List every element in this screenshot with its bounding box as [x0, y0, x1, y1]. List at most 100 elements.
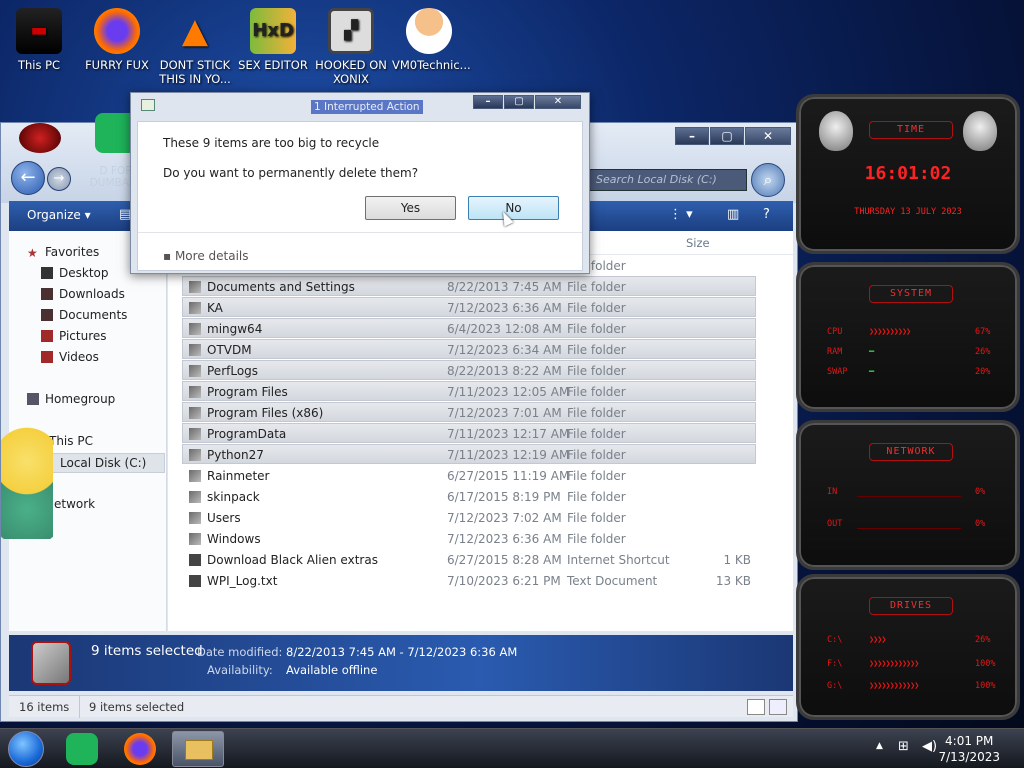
nav-desktop[interactable]: Desktop	[41, 266, 109, 280]
nav-pictures[interactable]: Pictures	[41, 329, 107, 343]
table-row[interactable]: Users 7/12/2023 7:02 AM File folder	[182, 507, 756, 527]
table-row[interactable]: Python27 7/11/2023 12:19 AM File folder	[182, 444, 756, 464]
explorer-taskbar-button[interactable]	[172, 731, 224, 767]
dialog-separator	[138, 232, 582, 233]
desktop-icon-sex-editor[interactable]: HxD SEX EDITOR	[236, 8, 310, 72]
table-row[interactable]: ProgramData 7/11/2023 12:17 AM File folder	[182, 423, 756, 443]
no-button[interactable]: No	[468, 196, 559, 220]
file-type: File folder	[567, 280, 626, 294]
nav-label: Local Disk (C:)	[60, 456, 147, 470]
desktop-icon-dont-stick[interactable]: ▲ DONT STICK THIS IN YO...	[158, 8, 232, 86]
file-list: Size [Files]6/27/2015 8:18 PMFile folder…	[168, 231, 793, 631]
desktop-icon-vm0[interactable]: VM0Technic...	[392, 8, 471, 72]
drive-icon	[31, 641, 71, 685]
search-icon[interactable]: ⌕	[751, 163, 785, 197]
file-type: File folder	[567, 301, 626, 315]
status-divider	[79, 696, 80, 718]
availability-label: Availability:	[207, 663, 273, 677]
file-type: Internet Shortcut	[567, 553, 670, 567]
nav-downloads[interactable]: Downloads	[41, 287, 125, 301]
search-input[interactable]: Search Local Disk (C:)	[589, 169, 747, 191]
dialog-close-button[interactable]: ✕	[535, 95, 581, 109]
firefox-taskbar-icon[interactable]	[124, 733, 156, 765]
drives-title: DRIVES	[869, 597, 953, 615]
folder-icon	[189, 512, 201, 524]
availability-value: Available offline	[286, 663, 378, 677]
file-type: Text Document	[567, 574, 658, 588]
table-row[interactable]: OTVDM 7/12/2023 6:34 AM File folder	[182, 339, 756, 359]
back-button[interactable]: ←	[11, 161, 45, 195]
table-row[interactable]: KA 7/12/2023 6:36 AM File folder	[182, 297, 756, 317]
desktop-icon-label: SEX EDITOR	[238, 58, 308, 72]
drives-gadget: DRIVES C:\ ❯❯❯❯ 26% F:\ ❯❯❯❯❯❯❯❯❯❯❯❯ 100% G:…	[796, 574, 1020, 720]
drive-g-row: G:\ ❯❯❯❯❯❯❯❯❯❯❯❯ 100%	[827, 681, 995, 691]
file-date: 6/4/2023 12:08 AM	[447, 322, 562, 336]
cpu-label: CPU	[827, 327, 843, 337]
column-size[interactable]: Size	[686, 236, 710, 250]
nav-videos[interactable]: Videos	[41, 350, 99, 364]
help-icon[interactable]: ?	[763, 207, 770, 222]
file-date: 7/12/2023 6:36 AM	[447, 301, 562, 315]
ram-row: RAM ━ 26%	[827, 347, 990, 357]
file-type: File folder	[567, 448, 626, 462]
table-row[interactable]: WPI_Log.txt 7/10/2023 6:21 PM Text Documen…	[182, 570, 756, 590]
network-gadget: NETWORK IN 0% OUT 0%	[796, 420, 1020, 570]
drive-c-row: C:\ ❯❯❯❯ 26%	[827, 635, 990, 645]
green-app-taskbar-icon[interactable]	[66, 733, 98, 765]
dialog-minimize-button[interactable]: –	[473, 95, 503, 109]
computer-icon: ▬	[16, 8, 62, 54]
show-hidden-icons-icon[interactable]: ▲	[876, 741, 883, 751]
nav-favorites[interactable]: ★ Favorites	[27, 245, 99, 260]
taskbar-clock[interactable]: 4:01 PM 7/13/2023	[938, 733, 1000, 765]
nav-local-disk[interactable]: Local Disk (C:)	[41, 453, 165, 473]
file-type: File folder	[567, 322, 626, 336]
organize-button[interactable]: Organize ▾	[27, 208, 91, 222]
nav-documents[interactable]: Documents	[41, 308, 127, 322]
large-icons-view-icon[interactable]	[769, 699, 787, 715]
table-row[interactable]: Program Files 7/11/2023 12:05 AM File fold…	[182, 381, 756, 401]
folder-icon	[189, 428, 201, 440]
network-in-row: IN 0%	[827, 487, 985, 497]
table-row[interactable]: Program Files (x86) 7/12/2023 7:01 AM File…	[182, 402, 756, 422]
folder-icon	[189, 344, 201, 356]
preview-pane-icon[interactable]: ▥	[727, 207, 739, 222]
desktop-icon-furry-fux[interactable]: FURRY FUX	[80, 8, 154, 72]
table-row[interactable]: Documents and Settings 8/22/2013 7:45 AM F…	[182, 276, 756, 296]
file-name: ProgramData	[207, 427, 287, 441]
volume-tray-icon[interactable]: ◀)	[922, 739, 937, 754]
details-view-icon[interactable]	[747, 699, 765, 715]
drive-f-label: F:\	[827, 659, 843, 669]
desktop-icon-this-pc[interactable]: ▬ This PC	[2, 8, 76, 72]
desktop-icon-xonix[interactable]: ▞ HOOKED ON XONIX	[314, 8, 388, 86]
file-icon	[189, 554, 201, 566]
table-row[interactable]: PerfLogs 8/22/2013 8:22 AM File folder	[182, 360, 756, 380]
yes-button[interactable]: Yes	[365, 196, 456, 220]
documents-icon	[41, 309, 53, 321]
videos-icon	[41, 351, 53, 363]
more-details-label: More details	[174, 249, 249, 263]
table-row[interactable]: skinpack 6/17/2015 8:19 PM File folder	[182, 486, 756, 506]
minimize-button[interactable]: –	[675, 127, 709, 145]
network-tray-icon[interactable]: ⊞	[898, 739, 909, 754]
desktop-icon-label: HOOKED ON XONIX	[315, 58, 387, 86]
dialog-maximize-button[interactable]: ▢	[504, 95, 534, 109]
table-row[interactable]: Download Black Alien extras 6/27/2015 8:2…	[182, 549, 756, 569]
close-button[interactable]: ✕	[745, 127, 791, 145]
more-details-toggle[interactable]: ▪ More details	[163, 249, 249, 263]
gadget-clock: 16:01:02	[864, 163, 952, 184]
table-row[interactable]: mingw64 6/4/2023 12:08 AM File folder	[182, 318, 756, 338]
table-row[interactable]: Windows 7/12/2023 6:36 AM File folder	[182, 528, 756, 548]
forward-button[interactable]: →	[47, 167, 71, 191]
nav-this-pc[interactable]: This PC	[49, 434, 93, 448]
folder-icon	[189, 386, 201, 398]
homegroup-icon	[27, 393, 39, 405]
maximize-button[interactable]: ▢	[710, 127, 744, 145]
nav-homegroup[interactable]: Homegroup	[27, 392, 115, 406]
start-button[interactable]	[8, 731, 44, 767]
drive-f-percent: 100%	[975, 659, 996, 669]
dialog-window-controls: – ▢ ✕	[472, 95, 581, 109]
table-row[interactable]: Rainmeter 6/27/2015 11:19 AM File folder	[182, 465, 756, 485]
status-bar: 16 items 9 items selected	[9, 695, 793, 718]
view-options-icon[interactable]: ⋮ ▾	[669, 207, 693, 222]
swap-percent: 20%	[975, 367, 991, 377]
